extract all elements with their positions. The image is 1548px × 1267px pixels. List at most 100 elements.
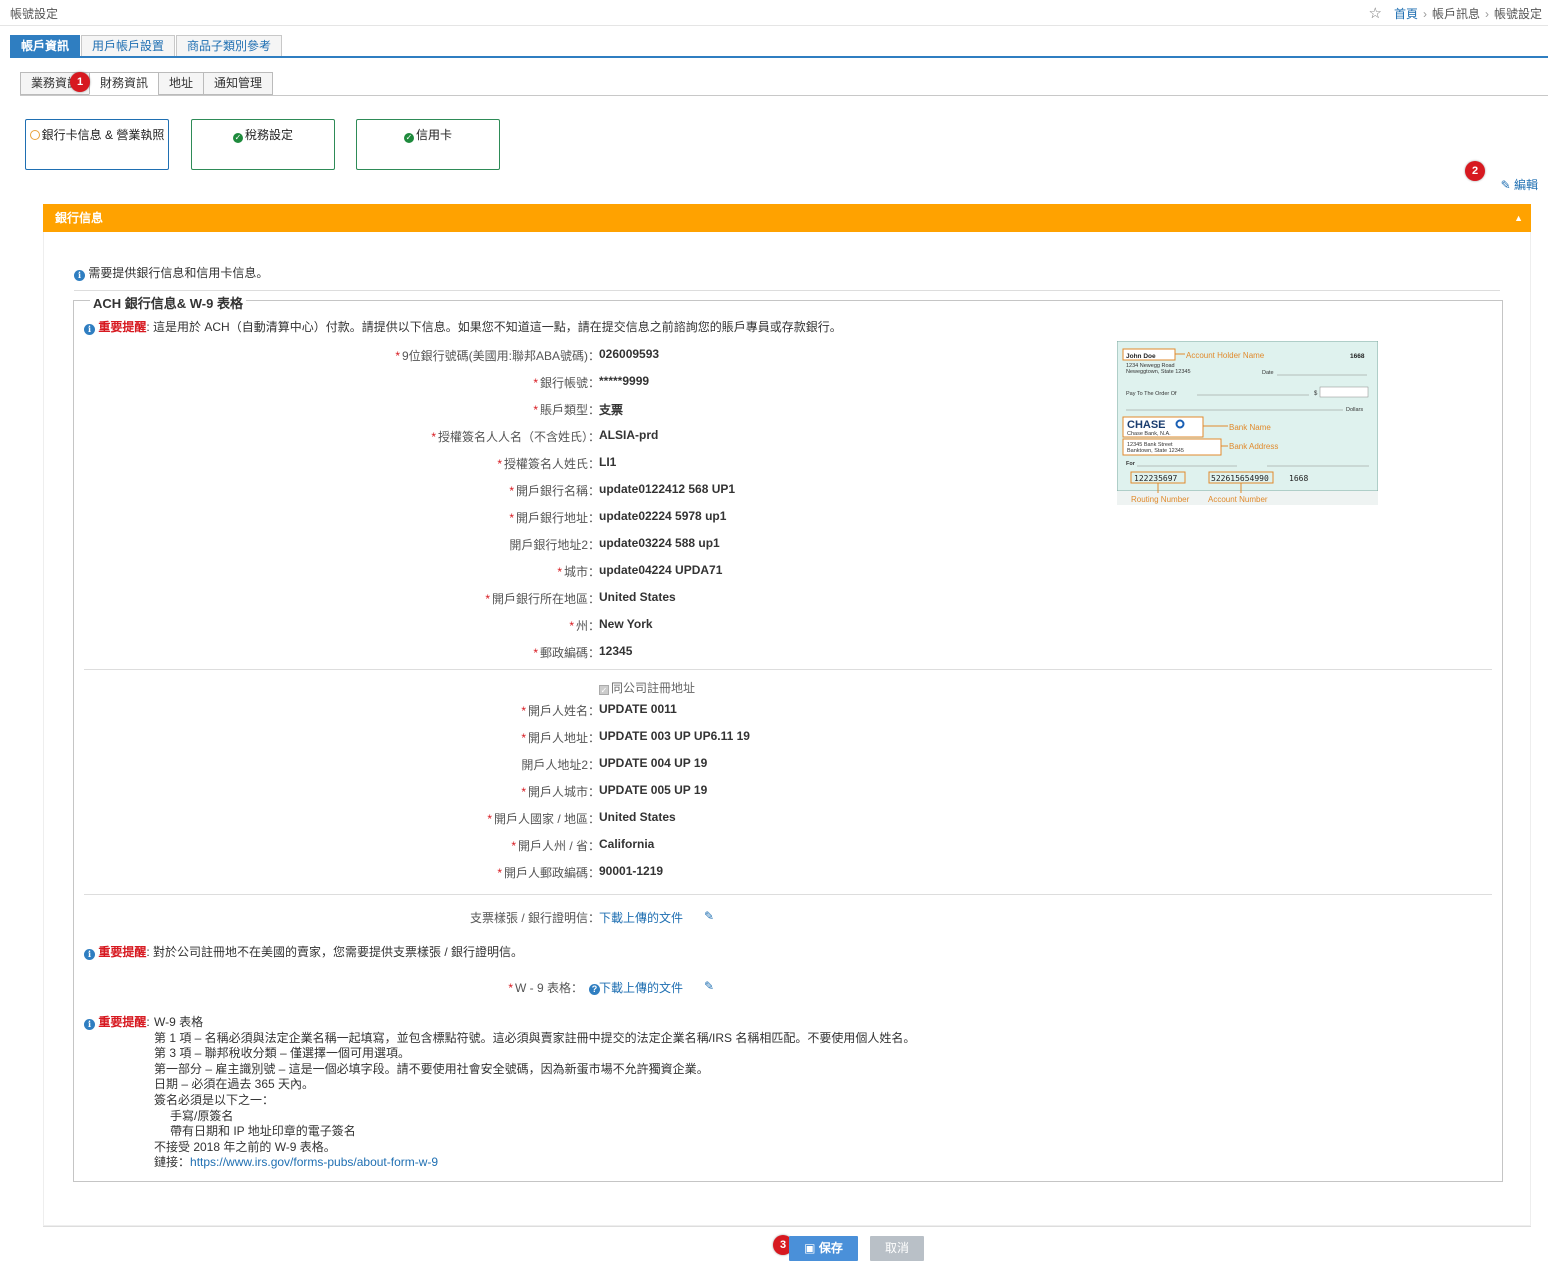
check-date: Date [1262,370,1274,376]
bank-field-label: 開戶銀行名稱： [515,484,600,498]
check-holder: John Doe [1126,353,1156,360]
bank-field-row: * 開戶銀行地址： update02224 5978 up1 [74,509,1074,527]
required-marker: * [431,430,436,444]
required-marker: * [509,511,514,525]
tab-financial-info[interactable]: 財務資訊 [89,72,160,95]
holder-field-label-wrap: * 開戶人州 / 省： [511,837,600,854]
annotation-account: Account Number [1208,495,1268,504]
bank-info-panel: 銀行信息 ▲ i 需要提供銀行信息和信用卡信息。 ACH 銀行信息& W-9 表… [43,204,1531,1226]
w9-line: W-9 表格 [154,1015,204,1029]
edit-link[interactable]: ✎ 編輯 [1501,176,1538,193]
bank-field-label-wrap: * 授權簽名人姓氏： [497,455,600,472]
breadcrumb-separator-icon: › [1484,6,1489,21]
download-w9-link[interactable]: 下載上傳的文件 [599,979,683,996]
bank-field-label-wrap: * 開戶銀行所在地區： [485,590,600,607]
w9-line: 第一部分 – 雇主識別號 – 這是一個必填字段。請不要使用社會安全號碼，因為新蛋… [154,1061,709,1076]
holder-field-label: 開戶人州 / 省： [517,839,600,853]
breadcrumb-home-link[interactable]: 首頁 [1394,5,1418,22]
annotation-holder: Account Holder Name [1186,351,1265,360]
info-icon: i [84,949,95,960]
irs-w9-link[interactable]: https://www.irs.gov/forms-pubs/about-for… [190,1155,438,1169]
check-circle-icon: ✓ [403,133,414,143]
check-sample-row: 支票樣張 / 銀行證明信： 下載上傳的文件 ✎ [74,909,1074,927]
bank-field-label: 授權簽名人姓氏： [503,457,600,471]
panel-header[interactable]: 銀行信息 ▲ [43,204,1531,232]
divider [74,290,1500,291]
tab-user-account-settings[interactable]: 用戶帳戶設置 [81,35,176,57]
edit-icon[interactable]: ✎ [704,979,714,993]
panel-title: 銀行信息 [55,211,104,225]
required-marker: * [521,704,526,718]
holder-field-row: * 開戶人郵政編碼： 90001-1219 [74,864,1074,882]
same-address-checkbox[interactable]: ✓ 同公司註冊地址 [599,679,695,696]
check-number: 1668 [1350,353,1365,360]
sub-tabs: 業務資訊 財務資訊 地址 通知管理 [20,72,274,95]
required-marker: * [533,403,538,417]
holder-field-label-wrap: * 開戶人郵政編碼： [497,864,600,881]
holder-field-row: * 開戶人州 / 省： California [74,837,1074,855]
check-for-label: For [1126,461,1136,467]
bank-field-label-wrap: * 開戶銀行地址： [509,509,600,526]
tab-notification-management[interactable]: 通知管理 [203,72,274,95]
warning-circle-icon [29,130,40,140]
status-card-bank-license[interactable]: 銀行卡信息 & 營業執照 [25,119,169,170]
bank-field-label: 城市： [563,565,600,579]
bank-field-value: 12345 [599,644,633,658]
edit-icon[interactable]: ✎ [704,909,714,923]
bank-field-label: 開戶銀行地址2： [509,538,600,552]
check-micr-number: 1668 [1289,474,1308,483]
save-button[interactable]: ▣ 保存 [789,1236,858,1261]
status-card-tax-settings[interactable]: ✓ 稅務設定 [191,119,335,170]
tab-subcategory-reference[interactable]: 商品子類別參考 [176,35,283,57]
required-marker: * [533,646,538,660]
edit-label: 編輯 [1513,178,1538,192]
bank-field-label-wrap: * 州： [569,617,600,634]
check-warning: i 重要提醒: 對於公司註冊地不在美國的賣家，您需要提供支票樣張 / 銀行證明信… [84,943,523,960]
status-card-label: 信用卡 [415,128,452,142]
warning-text: : 這是用於 ACH（自動清算中心）付款。請提供以下信息。如果您不知道這一點，請… [146,320,842,334]
bank-field-value: update03224 588 up1 [599,536,720,550]
holder-field-label-wrap: * 開戶人姓名： [521,702,600,719]
status-card-credit-card[interactable]: ✓ 信用卡 [356,119,500,170]
main-tabs: 帳戶資訊 用戶帳戶設置 商品子類別參考 [10,35,283,57]
check-pay-label: Pay To The Order Of [1126,391,1177,397]
favorite-star-icon[interactable]: ☆ [1369,6,1382,21]
same-address-label: 同公司註冊地址 [611,681,696,695]
holder-field-value: UPDATE 005 UP 19 [599,783,708,797]
bank-field-value: LI1 [599,455,617,469]
required-marker: * [521,731,526,745]
bank-field-row: * 銀行帳號： *****9999 [74,374,1074,392]
holder-field-value: UPDATE 003 UP UP6.11 19 [599,729,750,743]
breadcrumb-separator-icon: › [1422,6,1427,21]
holder-field-label: 開戶人地址： [527,731,600,745]
required-marker: * [533,376,538,390]
annotation-bank-address: Bank Address [1229,442,1278,451]
w9-line: 第 1 項 – 名稱必須與法定企業名稱一起填寫，並包含標點符號。這必須與賣家註冊… [154,1030,916,1045]
w9-line: 手寫/原簽名 [170,1108,234,1123]
check-routing: 122235697 [1134,474,1178,483]
collapse-caret-icon[interactable]: ▲ [1514,204,1523,232]
holder-field-label-wrap: 開戶人地址2： [521,756,600,773]
download-check-link[interactable]: 下載上傳的文件 [599,909,683,926]
bank-field-label: 州： [575,619,600,633]
tab-account-info[interactable]: 帳戶資訊 [10,35,81,57]
bank-field-label: 郵政編碼： [539,646,600,660]
save-icon: ▣ [804,1241,816,1255]
w9-line: 第 3 項 – 聯邦稅收分類 – 僅選擇一個可用選項。 [154,1046,411,1061]
w9-link-prefix: 鏈接： [154,1155,191,1170]
footer-divider [43,1226,1531,1227]
check-sample-label: 支票樣張 / 銀行證明信： [469,911,600,925]
cancel-button[interactable]: 取消 [870,1236,924,1261]
bank-field-row: * 9位銀行號碼(美國用:聯邦ABA號碼)： 026009593 [74,347,1074,365]
required-marker: * [497,457,502,471]
holder-field-row: * 開戶人城市： UPDATE 005 UP 19 [74,783,1074,801]
holder-field-value: California [599,837,655,851]
warning-colon: : [146,1015,150,1029]
w9-line: 日期 – 必須在過去 365 天內。 [154,1077,315,1092]
bank-field-label: 銀行帳號： [539,376,600,390]
breadcrumb-current: 帳號設定 [1493,7,1542,21]
divider [84,669,1492,670]
tab-address[interactable]: 地址 [158,72,205,95]
info-icon: i [84,324,95,335]
bank-field-value: ALSIA-prd [599,428,659,442]
